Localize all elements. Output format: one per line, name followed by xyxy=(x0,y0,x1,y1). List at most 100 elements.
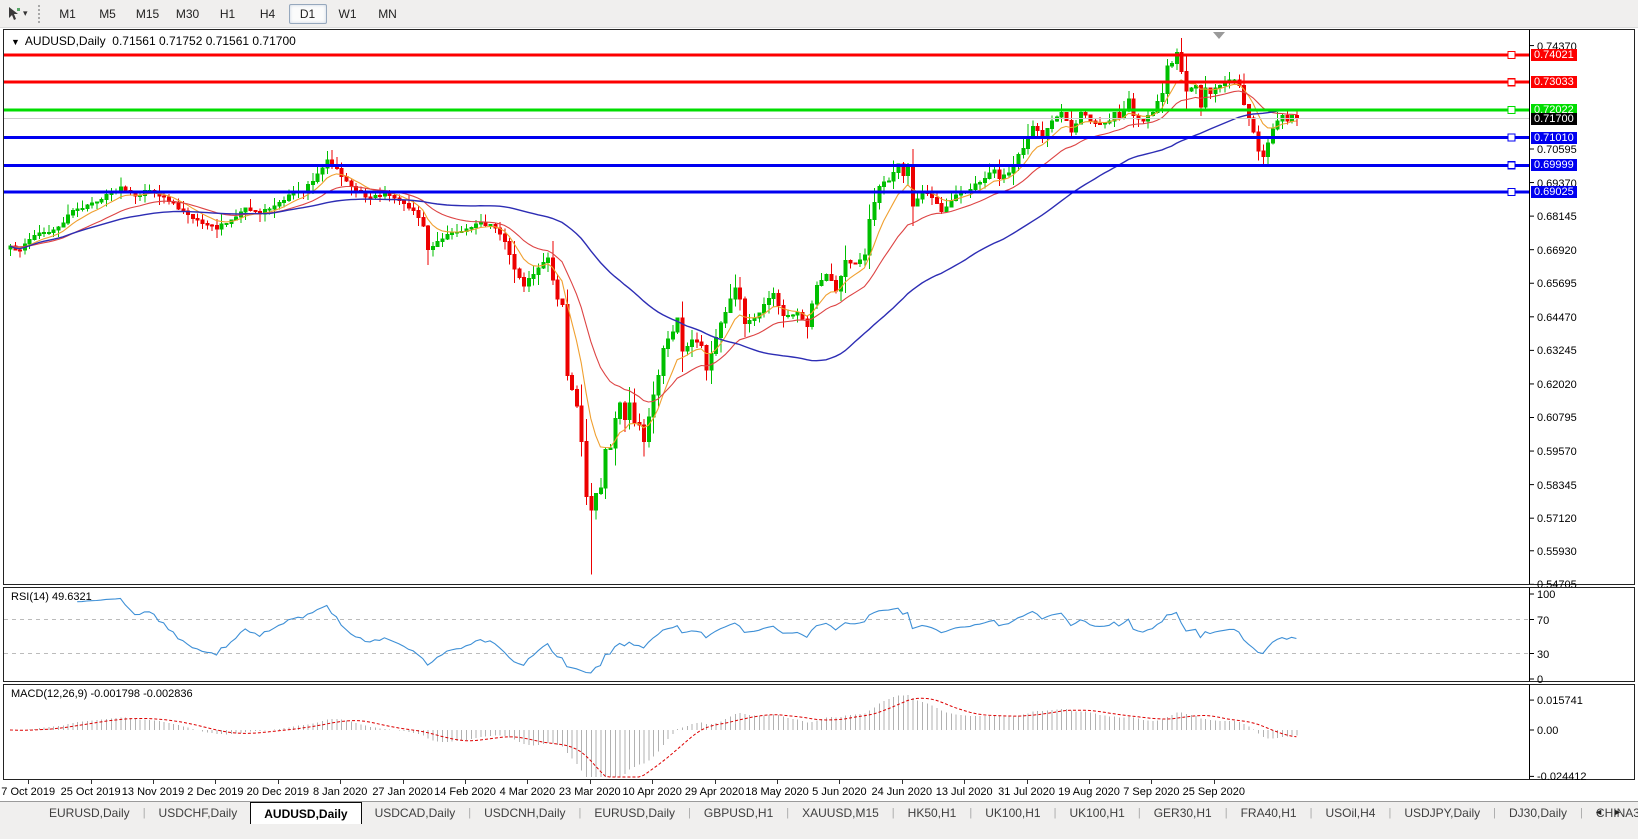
date-label: 10 Apr 2020 xyxy=(623,786,682,798)
rsi-panel[interactable]: RSI(14) 49.6321 10070300 xyxy=(3,587,1635,682)
date-label: 25 Sep 2020 xyxy=(1183,786,1245,798)
timeframe-buttons: M1M5M15M30H1H4D1W1MN xyxy=(48,4,408,24)
date-label: 19 Aug 2020 xyxy=(1058,786,1120,798)
price-tick-label: 0.58345 xyxy=(1537,480,1577,492)
date-axis: 7 Oct 201925 Oct 201913 Nov 20192 Dec 20… xyxy=(3,780,1635,801)
price-tick-label: 0.55930 xyxy=(1537,546,1577,558)
timeframe-button-m15[interactable]: M15 xyxy=(129,4,167,24)
tab-scroll-arrows[interactable]: ◄► xyxy=(1594,807,1632,817)
timeframe-button-mn[interactable]: MN xyxy=(369,4,407,24)
date-tick xyxy=(902,780,903,784)
level-price-label: 0.71010 xyxy=(1531,132,1577,144)
level-drag-handle xyxy=(1508,52,1515,59)
date-tick xyxy=(215,780,216,784)
chart-tab-dj30-daily[interactable]: DJ30,Daily xyxy=(1496,802,1580,824)
date-tick xyxy=(964,780,965,784)
macd-label: MACD(12,26,9) -0.001798 -0.002836 xyxy=(11,688,193,700)
chart-tab-ger30-h1[interactable]: GER30,H1 xyxy=(1141,802,1225,824)
date-tick xyxy=(278,780,279,784)
level-drag-handle xyxy=(1508,189,1515,196)
date-label: 8 Jan 2020 xyxy=(313,786,367,798)
rsi-tick-label: 70 xyxy=(1537,615,1549,627)
chart-tab-fra40-h1[interactable]: FRA40,H1 xyxy=(1228,802,1310,824)
price-tick-label: 0.64470 xyxy=(1537,312,1577,324)
chart-tab-xauusd-m15[interactable]: XAUUSD,M15 xyxy=(789,802,892,824)
macd-plot xyxy=(4,685,1634,779)
date-label: 25 Oct 2019 xyxy=(61,786,121,798)
toolbar-grip xyxy=(38,5,40,23)
chart-tab-hk50-h1[interactable]: HK50,H1 xyxy=(895,802,970,824)
date-label: 13 Jul 2020 xyxy=(936,786,993,798)
date-tick xyxy=(340,780,341,784)
date-label: 18 May 2020 xyxy=(745,786,809,798)
date-tick xyxy=(1151,780,1152,784)
date-label: 20 Dec 2019 xyxy=(247,786,309,798)
rsi-plot xyxy=(4,588,1634,681)
chart-tab-usdchf-daily[interactable]: USDCHF,Daily xyxy=(146,802,251,824)
price-tick-label: 0.66920 xyxy=(1537,245,1577,257)
ma-sma55 xyxy=(10,109,1296,360)
date-tick xyxy=(28,780,29,784)
level-price-label: 0.69999 xyxy=(1531,159,1577,171)
rsi-tick-label: 30 xyxy=(1537,649,1549,661)
price-tick-label: 0.62020 xyxy=(1537,379,1577,391)
price-tick-label: 0.68145 xyxy=(1537,211,1577,223)
chart-shift-marker xyxy=(1213,32,1225,39)
rsi-tick-label: 100 xyxy=(1537,589,1555,601)
date-label: 5 Jun 2020 xyxy=(812,786,866,798)
chart-tab-eurusd-daily[interactable]: EURUSD,Daily xyxy=(581,802,688,824)
tab-scroll-right-icon[interactable]: ► xyxy=(1613,807,1632,817)
timeframe-button-m1[interactable]: M1 xyxy=(49,4,87,24)
chart-tab-usdcad-daily[interactable]: USDCAD,Daily xyxy=(362,802,469,824)
macd-tick-label: 0.00 xyxy=(1537,725,1558,737)
timeframe-button-m30[interactable]: M30 xyxy=(169,4,207,24)
chart-title-ohlc: 0.71561 0.71752 0.71561 0.71700 xyxy=(112,34,296,48)
date-tick xyxy=(91,780,92,784)
date-tick xyxy=(1089,780,1090,784)
chart-cursor-icon[interactable] xyxy=(6,6,21,21)
current-price-label: 0.71700 xyxy=(1531,113,1577,125)
date-label: 31 Jul 2020 xyxy=(998,786,1055,798)
date-label: 7 Sep 2020 xyxy=(1123,786,1179,798)
chart-tabs: EURUSD,Daily|USDCHF,DailyAUDUSD,DailyUSD… xyxy=(0,802,1638,824)
timeframe-button-d1[interactable]: D1 xyxy=(289,4,327,24)
price-tick-label: 0.57120 xyxy=(1537,513,1577,525)
macd-histogram xyxy=(11,695,1297,777)
rsi-line xyxy=(77,598,1296,673)
price-tick-label: 0.63245 xyxy=(1537,345,1577,357)
chart-tab-usdcnh-daily[interactable]: USDCNH,Daily xyxy=(471,802,578,824)
level-lines-group xyxy=(4,52,1529,196)
chart-tab-uk100-h1[interactable]: UK100,H1 xyxy=(1056,802,1137,824)
chart-tab-usoil-h4[interactable]: USOil,H4 xyxy=(1312,802,1388,824)
date-tick xyxy=(590,780,591,784)
price-tick-label: 0.60795 xyxy=(1537,412,1577,424)
macd-tick-label: 0.015741 xyxy=(1537,695,1583,707)
level-price-label: 0.69025 xyxy=(1531,186,1577,198)
chart-tab-eurusd-daily[interactable]: EURUSD,Daily xyxy=(36,802,143,824)
timeframe-button-m5[interactable]: M5 xyxy=(89,4,127,24)
chart-tab-audusd-daily[interactable]: AUDUSD,Daily xyxy=(250,802,361,824)
timeframe-button-h1[interactable]: H1 xyxy=(209,4,247,24)
chart-tab-gbpusd-h1[interactable]: GBPUSD,H1 xyxy=(691,802,786,824)
timeframe-button-w1[interactable]: W1 xyxy=(329,4,367,24)
timeframe-button-h4[interactable]: H4 xyxy=(249,4,287,24)
macd-panel[interactable]: MACD(12,26,9) -0.001798 -0.002836 0.0157… xyxy=(3,684,1635,780)
chart-title-symbol: AUDUSD,Daily xyxy=(25,34,106,48)
price-tick-label: 0.65695 xyxy=(1537,278,1577,290)
date-label: 7 Oct 2019 xyxy=(1,786,55,798)
level-price-label: 0.73033 xyxy=(1531,76,1577,88)
price-plot[interactable] xyxy=(4,30,1634,584)
date-tick xyxy=(777,780,778,784)
price-chart-panel[interactable]: ▼AUDUSD,Daily 0.71561 0.71752 0.71561 0.… xyxy=(3,29,1635,585)
date-tick xyxy=(527,780,528,784)
date-label: 13 Nov 2019 xyxy=(122,786,184,798)
chart-tabbar-zone: EURUSD,Daily|USDCHF,DailyAUDUSD,DailyUSD… xyxy=(0,801,1638,839)
date-tick xyxy=(403,780,404,784)
chevron-down-icon[interactable]: ▾ xyxy=(23,8,28,19)
chart-tab-usdjpy-daily[interactable]: USDJPY,Daily xyxy=(1391,802,1493,824)
chart-tab-uk100-h1[interactable]: UK100,H1 xyxy=(972,802,1053,824)
date-label: 14 Feb 2020 xyxy=(434,786,496,798)
tab-scroll-left-icon[interactable]: ◄ xyxy=(1594,807,1613,817)
level-drag-handle xyxy=(1508,79,1515,86)
date-tick xyxy=(839,780,840,784)
